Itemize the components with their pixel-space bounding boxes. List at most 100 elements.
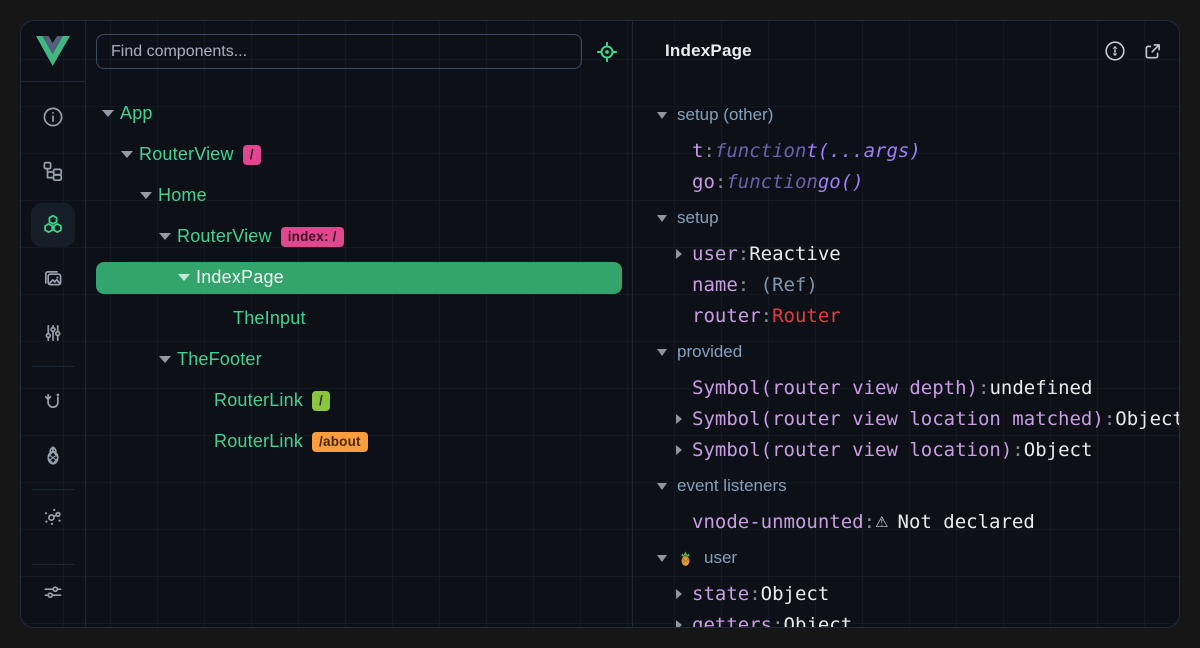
expand-toggle-icon[interactable] bbox=[121, 151, 139, 158]
component-name: IndexPage bbox=[196, 267, 284, 288]
settings-icon bbox=[41, 580, 65, 604]
expand-toggle-icon[interactable] bbox=[102, 110, 120, 117]
inspect-element-button[interactable] bbox=[591, 36, 623, 68]
open-in-editor-button[interactable] bbox=[1140, 39, 1164, 63]
expand-toggle-icon[interactable] bbox=[178, 274, 196, 281]
state-row-symbol-router-view-location-matched-[interactable]: Symbol(router view location matched) : O… bbox=[633, 404, 1179, 435]
sidebar-item-pinia[interactable] bbox=[26, 428, 80, 482]
state-key: vnode-unmounted bbox=[692, 511, 864, 533]
expand-toggle-icon[interactable] bbox=[159, 233, 177, 240]
key-value-separator: : bbox=[772, 614, 783, 627]
component-name: RouterLink bbox=[214, 390, 303, 411]
key-value-separator: : bbox=[978, 377, 989, 399]
expand-arrow-icon[interactable] bbox=[676, 414, 692, 424]
state-row-symbol-router-view-location-[interactable]: Symbol(router view location) : Object bbox=[633, 435, 1179, 466]
state-key: Symbol(router view location) bbox=[692, 439, 1012, 461]
tree-node-routerview[interactable]: RouterViewindex: / bbox=[96, 216, 622, 257]
page-tree-icon bbox=[41, 159, 65, 183]
expand-arrow-icon[interactable] bbox=[676, 620, 692, 627]
component-name: TheFooter bbox=[177, 349, 262, 370]
state-value: (Ref) bbox=[761, 274, 818, 296]
scroll-icon bbox=[1103, 39, 1127, 63]
state-value: Object bbox=[1024, 439, 1093, 461]
inspector-body: setup (other)t : function t(...args)go :… bbox=[633, 81, 1179, 627]
router-icon bbox=[41, 389, 65, 413]
graph-icon bbox=[41, 505, 65, 529]
sidebar-item-pages[interactable] bbox=[26, 144, 80, 198]
state-value: undefined bbox=[989, 377, 1092, 399]
search-input[interactable] bbox=[96, 34, 582, 69]
section-header-provided[interactable]: provided bbox=[633, 337, 1179, 367]
key-value-separator: : bbox=[1012, 439, 1023, 461]
state-value: Not declared bbox=[898, 511, 1035, 533]
state-row-symbol-router-view-depth-: Symbol(router view depth) : undefined bbox=[633, 373, 1179, 404]
function-signature: go() bbox=[818, 171, 864, 193]
state-key: name bbox=[692, 274, 738, 296]
tree-node-theinput[interactable]: TheInput bbox=[96, 298, 622, 339]
devtools-window: App RouterView / Home RouterViewindex: / Inde… bbox=[20, 20, 1180, 628]
key-value-separator: : bbox=[761, 305, 772, 327]
collapse-icon bbox=[657, 215, 667, 222]
function-signature: t(...args) bbox=[806, 140, 920, 162]
components-panel: App RouterView / Home RouterViewindex: / Inde… bbox=[87, 21, 631, 627]
collapse-icon bbox=[657, 112, 667, 119]
sidebar-item-graph[interactable] bbox=[26, 490, 80, 544]
tree-node-routerlink[interactable]: RouterLink/about bbox=[96, 421, 622, 462]
sidebar-item-timeline[interactable] bbox=[26, 306, 80, 360]
route-badge: / bbox=[312, 391, 330, 411]
tree-node-app[interactable]: App bbox=[96, 93, 622, 134]
component-name: RouterLink bbox=[214, 431, 303, 452]
pinia-icon bbox=[41, 443, 65, 467]
expand-arrow-icon[interactable] bbox=[676, 445, 692, 455]
key-value-separator: : bbox=[715, 171, 726, 193]
search-row bbox=[87, 21, 631, 81]
section-header-setup-other-[interactable]: setup (other) bbox=[633, 100, 1179, 130]
collapse-icon bbox=[657, 555, 667, 562]
sidebar-item-router[interactable] bbox=[26, 374, 80, 428]
section-header-setup[interactable]: setup bbox=[633, 203, 1179, 233]
sidebar-item-assets[interactable] bbox=[26, 252, 80, 306]
state-row-state[interactable]: state : Object bbox=[633, 579, 1179, 610]
state-row-go: go : function go() bbox=[633, 167, 1179, 198]
scroll-to-component-button[interactable] bbox=[1103, 39, 1127, 63]
sidebar-item-overview[interactable] bbox=[26, 90, 80, 144]
tree-node-routerview[interactable]: RouterView / bbox=[96, 134, 622, 175]
section-label: user bbox=[704, 548, 737, 568]
vue-logo bbox=[21, 21, 85, 82]
component-name: RouterView bbox=[139, 144, 234, 165]
info-icon bbox=[41, 105, 65, 129]
tree-node-routerlink[interactable]: RouterLink / bbox=[96, 380, 622, 421]
expand-arrow-icon[interactable] bbox=[676, 589, 692, 599]
state-row-vnode-unmounted: vnode-unmounted : ⚠Not declared bbox=[633, 507, 1179, 538]
expand-toggle-icon[interactable] bbox=[159, 356, 177, 363]
section-label: setup (other) bbox=[677, 105, 773, 125]
route-badge: / bbox=[243, 145, 261, 165]
state-value: Router bbox=[772, 305, 841, 327]
expand-toggle-icon[interactable] bbox=[140, 192, 158, 199]
state-row-getters[interactable]: getters : Object bbox=[633, 610, 1179, 628]
inspector-header: IndexPage bbox=[633, 21, 1179, 81]
state-value: Object bbox=[1115, 408, 1179, 430]
tree-node-indexpage[interactable]: IndexPage bbox=[96, 262, 622, 294]
function-keyword: function bbox=[715, 140, 807, 162]
key-value-separator: : bbox=[864, 511, 875, 533]
component-name: RouterView bbox=[177, 226, 272, 247]
section-header-user[interactable]: user bbox=[633, 543, 1179, 573]
tree-node-home[interactable]: Home bbox=[96, 175, 622, 216]
state-key: user bbox=[692, 243, 738, 265]
expand-arrow-icon[interactable] bbox=[676, 249, 692, 259]
sidebar-item-components[interactable] bbox=[26, 198, 80, 252]
state-key: Symbol(router view depth) bbox=[692, 377, 978, 399]
section-header-event-listeners[interactable]: event listeners bbox=[633, 471, 1179, 501]
state-value: Object bbox=[784, 614, 853, 627]
component-name: TheInput bbox=[233, 308, 306, 329]
pinia-store-icon bbox=[677, 550, 694, 567]
state-row-user[interactable]: user : Reactive bbox=[633, 239, 1179, 270]
collapse-icon bbox=[657, 483, 667, 490]
tree-node-thefooter[interactable]: TheFooter bbox=[96, 339, 622, 380]
state-key: router bbox=[692, 305, 761, 327]
sidebar-item-settings[interactable] bbox=[26, 565, 80, 619]
component-name: Home bbox=[158, 185, 207, 206]
section-label: provided bbox=[677, 342, 742, 362]
state-value: Reactive bbox=[749, 243, 841, 265]
